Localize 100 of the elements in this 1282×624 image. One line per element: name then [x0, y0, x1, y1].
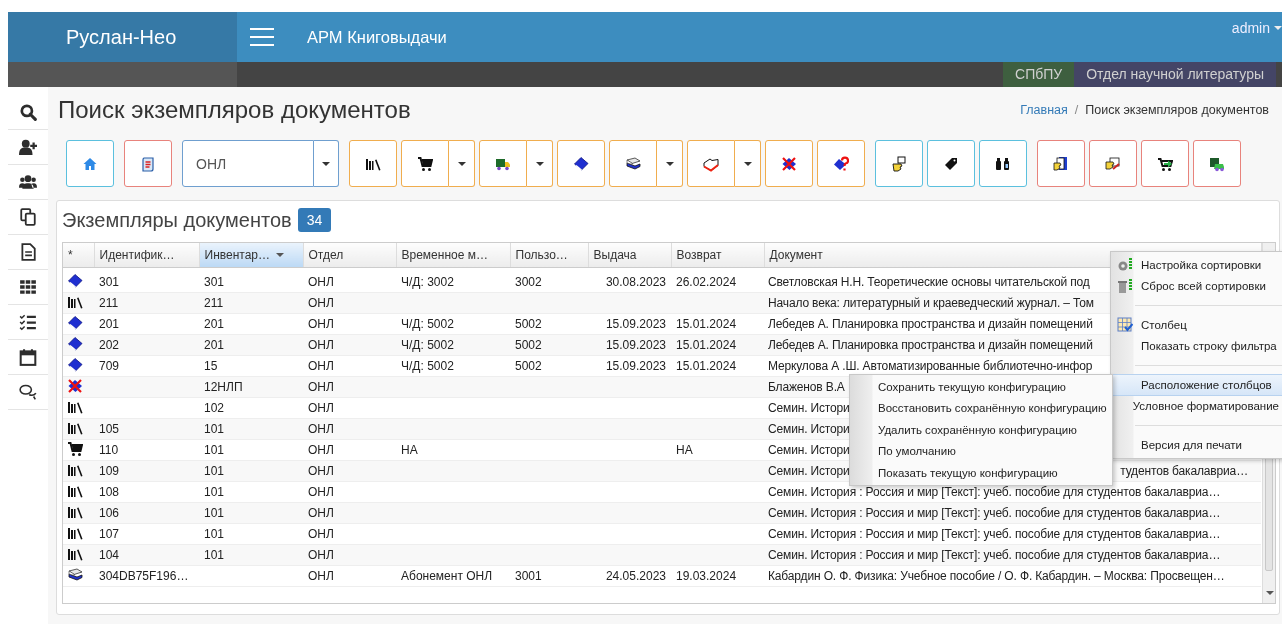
- table-cell: ОНЛ: [303, 481, 396, 503]
- breadcrumb-separator: /: [1074, 103, 1079, 117]
- table-cell: 3002: [510, 267, 588, 293]
- table-cell: Кабардин О. Ф. Физика: Учебное пособие / О. Ф. Кабардин. – Москва: Просвещен…: [764, 565, 1261, 587]
- table-cell: 15.01.2024: [671, 334, 764, 356]
- toolbar-button[interactable]: [557, 140, 605, 187]
- table-cell: 101: [199, 481, 303, 503]
- book-question-icon: [833, 155, 849, 172]
- cart-arrow-icon: [1157, 155, 1173, 172]
- table-cell: 15.01.2024: [671, 313, 764, 335]
- table-cell: 108: [94, 481, 199, 503]
- department-select[interactable]: ОНЛ: [182, 140, 314, 187]
- column-header[interactable]: Выдача: [588, 243, 671, 268]
- breadcrumb-link[interactable]: Главная: [1020, 103, 1068, 117]
- table-cell: Семин. Истори: [768, 464, 850, 478]
- panel-title: Экземпляры документов: [62, 208, 292, 232]
- table-cell: Абонемент ОНЛ: [396, 565, 510, 587]
- column-header[interactable]: Отдел: [303, 243, 396, 268]
- table-cell: 110: [94, 439, 199, 461]
- table-cell: Ч/Д: 3002: [396, 267, 510, 293]
- toolbar-button[interactable]: [1193, 140, 1241, 187]
- caret-icon: [322, 161, 330, 166]
- table-icon: [1117, 316, 1133, 333]
- toolbar-button[interactable]: [479, 140, 527, 187]
- caret-icon: [457, 161, 466, 166]
- table-cell: 201: [199, 334, 303, 356]
- table-cell: Семин. История : Россия и мир [Текст]: учеб. пособие для студентов бакалавриа…: [764, 502, 1261, 524]
- table-cell: ОНЛ: [303, 292, 396, 314]
- table-cell: 709: [94, 355, 199, 377]
- table-cell: 26.02.2024: [671, 267, 764, 293]
- column-header[interactable]: Идентифик…: [94, 243, 199, 268]
- table-cell: 107: [94, 523, 199, 545]
- table-cell: 104: [94, 544, 199, 566]
- toolbar-button[interactable]: [401, 140, 449, 187]
- table-cell: тудентов бакалавриа…: [1120, 464, 1248, 478]
- hand-icon: [891, 155, 907, 172]
- table-cell: 3001: [510, 565, 588, 587]
- user-plus-icon: [19, 138, 37, 156]
- table-cell: 15.09.2023: [588, 355, 671, 377]
- column-header[interactable]: *: [63, 243, 94, 268]
- table-cell: ОНЛ: [303, 376, 396, 398]
- house-icon: [82, 155, 98, 172]
- caret-icon: [665, 161, 674, 166]
- menu-item[interactable]: По умолчанию: [850, 440, 1112, 462]
- count-badge: 34: [297, 208, 332, 232]
- table-cell: НА: [671, 439, 764, 461]
- crossed-book-icon: [781, 155, 797, 172]
- chat-icon: [19, 383, 37, 401]
- dropdown-button[interactable]: [314, 140, 339, 187]
- search-icon: [19, 103, 37, 121]
- table-cell: ОНЛ: [303, 397, 396, 419]
- toolbar-button[interactable]: [1037, 140, 1085, 187]
- trash-icon: [1117, 278, 1133, 295]
- cart-icon: [67, 440, 83, 457]
- toolbar-button[interactable]: [927, 140, 975, 187]
- table-cell: ОНЛ: [303, 267, 396, 293]
- table-cell: Ч/Д: 5002: [396, 334, 510, 356]
- table-cell: ОНЛ: [303, 439, 396, 461]
- book-icon: [67, 314, 83, 331]
- table-cell: 109: [94, 460, 199, 482]
- toolbar-button[interactable]: [1141, 140, 1189, 187]
- table-cell: 201: [94, 313, 199, 335]
- menu-item[interactable]: Удалить сохранённую конфигурацию: [850, 419, 1112, 441]
- table-cell: 5002: [510, 334, 588, 356]
- column-header[interactable]: Пользо…: [510, 243, 588, 268]
- menu-item[interactable]: Расположение столбцов: [1111, 374, 1282, 396]
- table-cell: Ч/Д: 5002: [396, 313, 510, 335]
- table-cell: ОНЛ: [303, 565, 396, 587]
- cart-icon: [417, 155, 433, 172]
- table-cell: 202: [94, 334, 199, 356]
- scroll-icon: [140, 155, 156, 172]
- table-cell: ОНЛ: [303, 523, 396, 545]
- calendar-icon: [19, 348, 37, 366]
- column-header[interactable]: Возврат: [671, 243, 764, 268]
- toolbar-button[interactable]: [609, 140, 657, 187]
- column-header[interactable]: Временное м…: [396, 243, 510, 268]
- car-icon: [1209, 155, 1225, 172]
- toolbar-button[interactable]: [349, 140, 397, 187]
- table-cell: 30.08.2023: [588, 267, 671, 293]
- table-cell: 101: [199, 418, 303, 440]
- column-header[interactable]: Инвентар…: [199, 243, 303, 268]
- toolbar-button[interactable]: [979, 140, 1027, 187]
- menu-item[interactable]: Показать текущую конфигурацию: [850, 462, 1112, 484]
- table-cell: 101: [199, 544, 303, 566]
- caret-icon: [1274, 26, 1282, 30]
- table-cell: 5002: [510, 355, 588, 377]
- table-cell: 211: [94, 292, 199, 314]
- table-cell: ОНЛ: [303, 418, 396, 440]
- table-cell: ОНЛ: [303, 460, 396, 482]
- menu-icon[interactable]: [250, 28, 274, 46]
- menu-item[interactable]: Восстановить сохранённую конфигурацию: [850, 397, 1112, 419]
- table-cell: 101: [199, 460, 303, 482]
- caret-icon: [743, 161, 752, 166]
- menu-item[interactable]: Сохранить текущую конфигурацию: [850, 376, 1112, 398]
- toolbar-button[interactable]: [817, 140, 865, 187]
- table-cell: 201: [199, 313, 303, 335]
- breadcrumb-current: Поиск экземпляров документов: [1085, 103, 1269, 117]
- checklist-icon: [19, 313, 37, 331]
- table-cell: 304DB75F196…: [94, 565, 199, 587]
- book-stack-icon: [67, 566, 83, 583]
